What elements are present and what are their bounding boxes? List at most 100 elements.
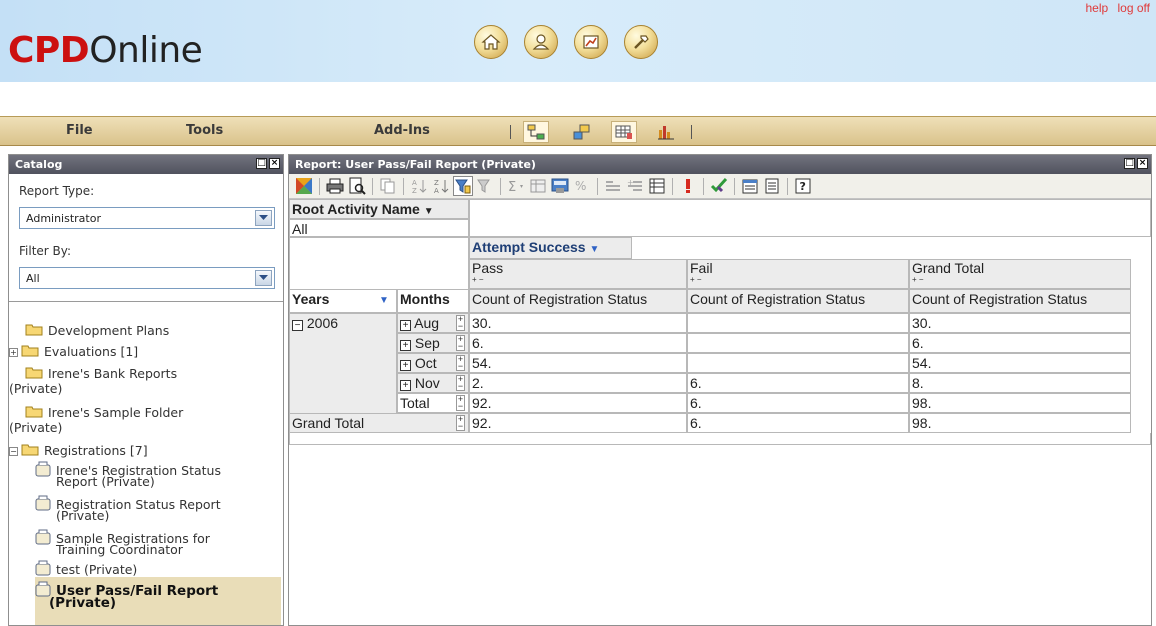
sort-ascending-icon[interactable]: AZ [409,176,429,196]
hammer-icon[interactable] [624,25,658,59]
row-field-months[interactable]: Months [397,289,469,313]
hierarchy-icon[interactable] [523,121,549,143]
percent-icon[interactable]: % [572,176,592,196]
cell-total: 54. [909,353,1131,373]
home-icon[interactable] [474,25,508,59]
dropdown-arrow-icon[interactable]: ▼ [589,244,599,255]
expand-rows-icon[interactable]: + [625,176,645,196]
tree-item-label-cont: (Private) [49,595,117,611]
drill-icon[interactable]: + − [456,335,465,351]
bar-chart-icon[interactable] [653,121,679,143]
drill-icon[interactable]: + − [456,375,465,391]
tree-item-registrations[interactable]: − Registrations [7] [9,443,148,458]
expand-icon[interactable]: + [400,380,411,391]
tree-item-development-plans[interactable]: Development Plans [25,323,169,338]
folder-icon [25,324,43,336]
report-type-select[interactable]: Administrator [19,207,275,229]
expand-icon[interactable]: + [9,348,18,357]
refresh-alert-icon[interactable] [678,176,698,196]
filter-disabled-icon[interactable] [475,176,495,196]
print-preview-icon[interactable] [347,176,367,196]
export-excel-icon[interactable] [709,176,729,196]
catalog-divider [9,301,283,302]
menu-file[interactable]: File [66,123,93,138]
office-logo-icon[interactable] [294,176,314,196]
row-month[interactable]: + Sep + − [397,333,469,353]
user-icon[interactable] [524,25,558,59]
chevron-down-icon[interactable] [255,270,272,286]
filter-field-header[interactable]: Root Activity Name ▼ [289,199,469,219]
row-grand-total: Grand Total + − [289,413,469,433]
column-grand-total[interactable]: Grand Total + − [909,259,1131,289]
properties-icon[interactable] [762,176,782,196]
row-field-years[interactable]: Years ▼ [289,289,397,313]
drill-icon[interactable]: + − [456,355,465,371]
autofilter-icon[interactable] [453,176,473,196]
folder-icon [21,345,39,357]
measure-fail: Count of Registration Status [687,289,909,313]
expand-icon[interactable]: + [400,320,411,331]
chevron-down-icon[interactable] [255,210,272,226]
filter-by-select[interactable]: All [19,267,275,289]
tree-item-user-pass-fail-report[interactable]: User Pass/Fail Report (Private) [35,577,281,625]
maximize-icon[interactable]: □ [256,158,267,169]
filter-value: All [289,219,469,237]
tree-item-label-cont: Training Coordinator [56,542,183,557]
close-icon[interactable]: × [1137,158,1148,169]
logoff-link[interactable]: log off [1118,1,1150,15]
arrows-icon[interactable] [569,121,595,143]
grid-icon[interactable] [611,121,637,143]
print-icon[interactable] [325,176,345,196]
svg-text:+: + [627,178,634,187]
cell-pass: 2. [469,373,687,393]
expand-collapse-icon[interactable]: + − [912,276,1128,284]
collapse-rows-icon[interactable] [603,176,623,196]
dropdown-arrow-icon[interactable]: ▼ [379,295,389,306]
row-month[interactable]: + Aug + − [397,313,469,333]
drill-icon[interactable]: + − [456,415,465,431]
column-pass[interactable]: Pass + − [469,259,687,289]
sort-descending-icon[interactable]: ZA [431,176,451,196]
menu-tools[interactable]: Tools [186,123,223,138]
cell-total: 30. [909,313,1131,333]
subtotal-icon[interactable] [528,176,548,196]
column-fail[interactable]: Fail + − [687,259,909,289]
year-label: 2006 [306,315,339,331]
menu-addins[interactable]: Add-Ins [374,123,430,138]
tree-item-irenes-sample-folder[interactable]: Irene's Sample Folder [25,405,183,420]
tree-item-test[interactable]: test (Private) [35,559,137,577]
maximize-icon[interactable]: □ [1124,158,1135,169]
commands-options-icon[interactable] [740,176,760,196]
cell-pass: 92. [469,413,687,433]
close-icon[interactable]: × [269,158,280,169]
expand-collapse-icon[interactable]: + − [690,276,906,284]
collapse-icon[interactable]: − [9,447,18,456]
row-month[interactable]: + Nov + − [397,373,469,393]
drill-icon[interactable]: + − [456,315,465,331]
drill-icon[interactable]: + − [456,395,465,411]
tree-item-irenes-bank-reports[interactable]: Irene's Bank Reports [25,366,177,381]
column-field-header[interactable]: Attempt Success ▼ [469,237,632,259]
calculated-totals-icon[interactable] [550,176,570,196]
copy-icon[interactable] [378,176,398,196]
tree-item-label-cont: (Private) [56,508,110,523]
app-logo: CPDOnline [8,30,203,71]
month-label: Sep [414,335,440,351]
chart-icon[interactable] [574,25,608,59]
report-title-bar: Report: User Pass/Fail Report (Private) … [289,155,1151,174]
expand-icon[interactable]: + [400,360,411,371]
collapse-icon[interactable]: − [292,320,303,331]
autosum-icon[interactable]: Σ [506,176,526,196]
row-month[interactable]: + Oct + − [397,353,469,373]
dropdown-arrow-icon[interactable]: ▼ [424,206,434,217]
help-icon[interactable]: ? [793,176,813,196]
svg-text:%: % [575,179,586,193]
expand-icon[interactable]: + [400,340,411,351]
help-link[interactable]: help [1085,1,1108,15]
field-list-icon[interactable] [647,176,667,196]
catalog-title-bar: Catalog □ × [9,155,283,174]
expand-collapse-icon[interactable]: + − [472,276,684,284]
row-field-months-label: Months [400,291,450,307]
measure-total: Count of Registration Status [909,289,1131,313]
tree-item-evaluations[interactable]: + Evaluations [1] [9,344,138,359]
